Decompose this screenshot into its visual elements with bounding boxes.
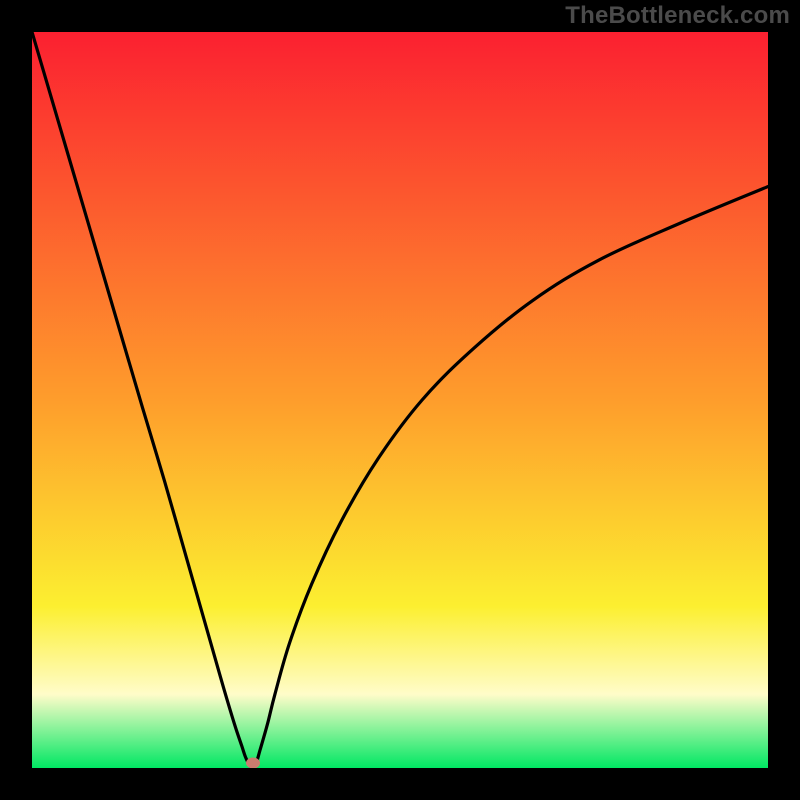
nadir-marker (246, 757, 260, 768)
plot-area (32, 32, 768, 768)
chart-frame: TheBottleneck.com (0, 0, 800, 800)
bottleneck-curve (32, 32, 768, 768)
watermark-text: TheBottleneck.com (565, 2, 790, 30)
